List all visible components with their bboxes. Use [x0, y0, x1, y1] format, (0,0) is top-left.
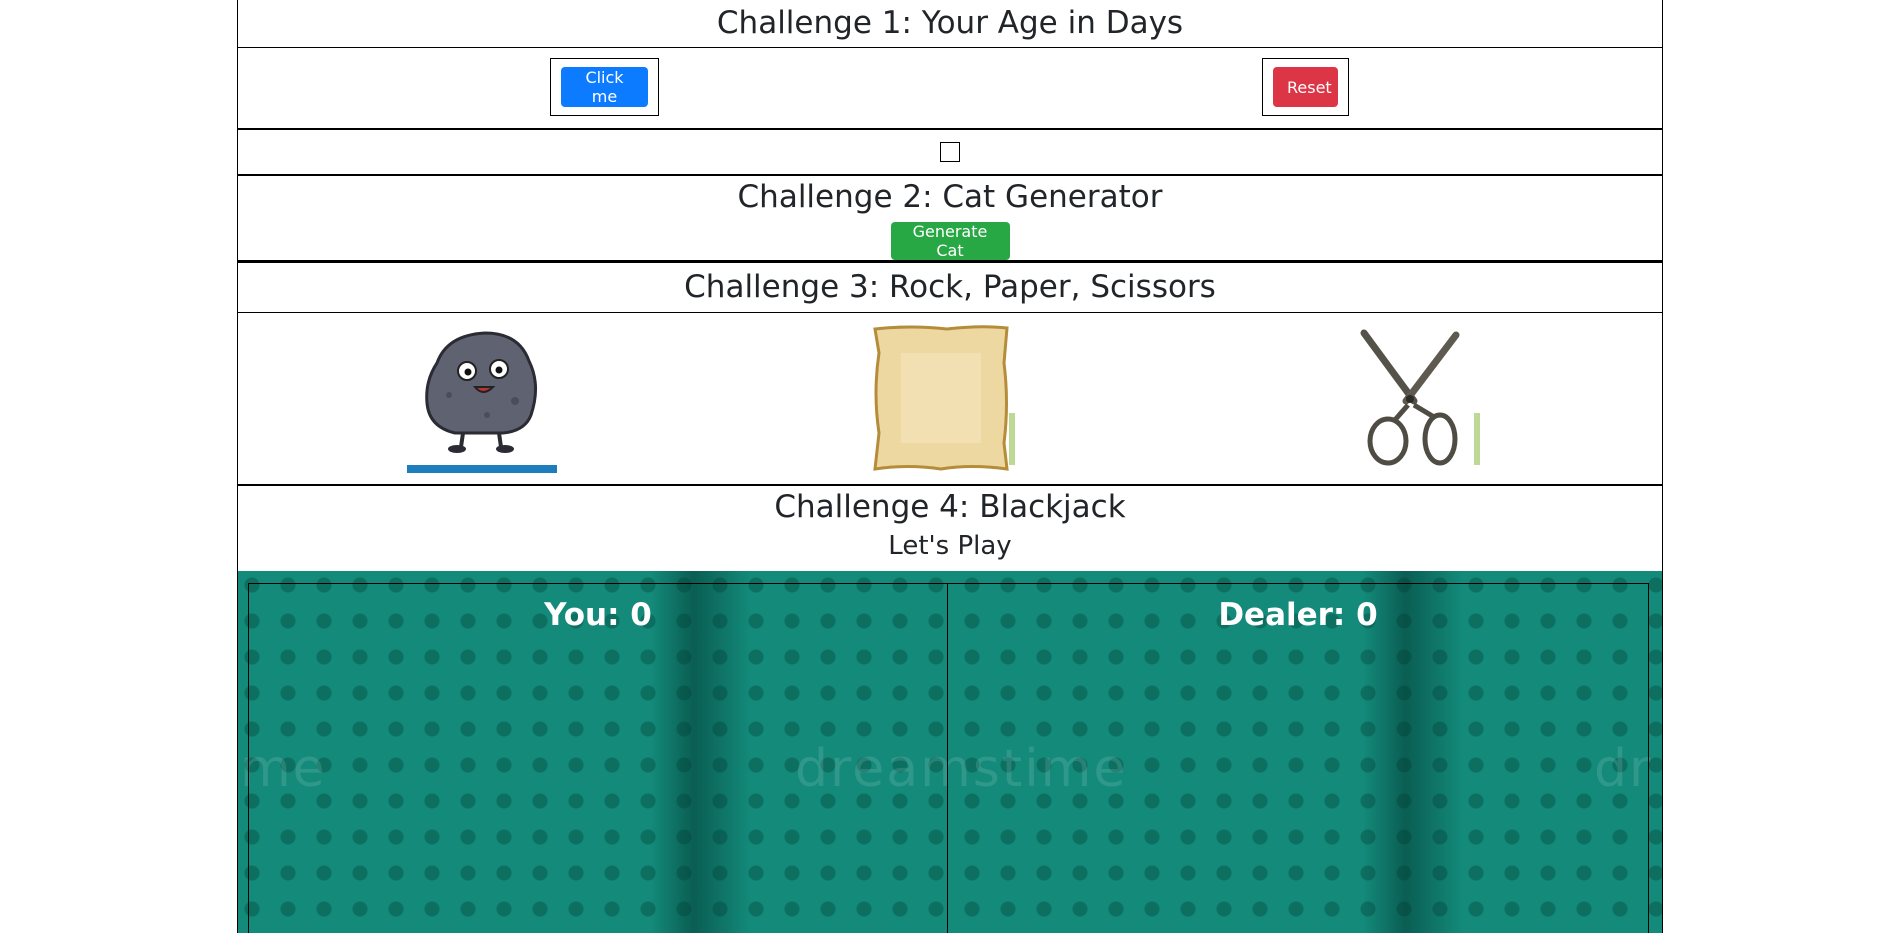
reset-cell: Reset — [1262, 58, 1349, 116]
page-container: Challenge 1: Your Age in Days Click me R… — [237, 0, 1663, 933]
challenge4-header: Challenge 4: Blackjack Let's Play — [238, 486, 1662, 576]
paper-image[interactable] — [871, 323, 1021, 473]
click-me-button[interactable]: Click me — [561, 67, 648, 107]
challenge1-header: Challenge 1: Your Age in Days — [238, 0, 1662, 48]
scissors-image[interactable] — [1336, 323, 1486, 473]
dealer-box: Dealer: 0 — [947, 583, 1649, 933]
age-result-row — [238, 130, 1662, 176]
blackjack-table: me dreamstime dr You: 0 Dealer: 0 — [238, 571, 1662, 933]
challenge1-button-row: Click me Reset — [238, 48, 1662, 130]
challenge3-title: Challenge 3: Rock, Paper, Scissors — [684, 269, 1216, 305]
click-me-cell: Click me — [550, 58, 659, 116]
age-result-box — [940, 142, 960, 162]
you-score: You: 0 — [544, 597, 652, 633]
rps-choices — [238, 313, 1662, 486]
reset-button[interactable]: Reset — [1273, 67, 1338, 107]
challenge4-subtitle: Let's Play — [888, 531, 1012, 561]
challenge2-title: Challenge 2: Cat Generator — [737, 179, 1163, 215]
challenge1-title: Challenge 1: Your Age in Days — [716, 5, 1184, 41]
dealer-score: Dealer: 0 — [1218, 597, 1378, 633]
challenge4-title: Challenge 4: Blackjack — [774, 489, 1126, 525]
challenge3-header: Challenge 3: Rock, Paper, Scissors — [238, 263, 1662, 313]
generate-cat-button[interactable]: Generate Cat — [890, 222, 1010, 260]
challenge2-section: Challenge 2: Cat Generator Generate Cat — [238, 176, 1662, 263]
you-box: You: 0 — [248, 583, 948, 933]
rock-image[interactable] — [407, 323, 557, 473]
